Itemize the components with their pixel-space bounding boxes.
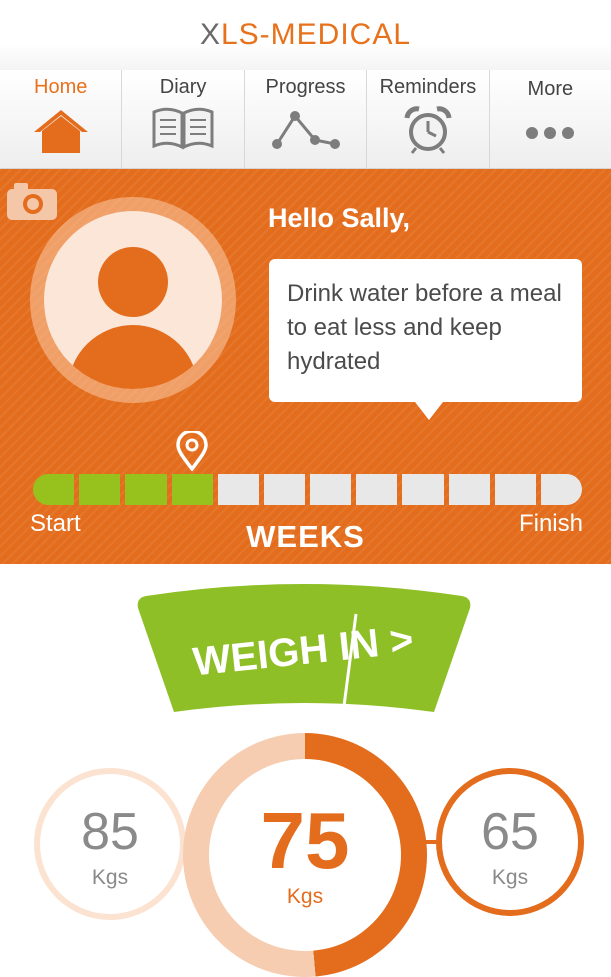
week-segment	[448, 474, 490, 505]
logo-text: LS-MEDICAL	[220, 18, 412, 51]
camera-icon[interactable]	[6, 181, 58, 221]
current-weight-circle[interactable]: 75 Kgs	[183, 733, 427, 977]
goal-weight-unit: Kgs	[491, 866, 529, 889]
weigh-in-button[interactable]: WEIGH IN >	[134, 584, 474, 734]
nav-label-more: More	[527, 78, 574, 100]
main-nav: Home Diary Progress Reminders More	[0, 70, 611, 169]
start-weight-circle: 85 Kgs	[34, 768, 186, 920]
nav-item-diary[interactable]: Diary	[122, 70, 245, 168]
current-weight-value: 75	[260, 796, 350, 885]
week-segment	[402, 474, 444, 505]
week-segment-completed	[125, 474, 167, 505]
line-chart-icon	[271, 111, 340, 149]
tip-bubble: Drink water before a meal to eat less an…	[269, 259, 582, 420]
start-weight-unit: Kgs	[91, 866, 129, 889]
nav-label-diary: Diary	[159, 76, 207, 98]
greeting-text: Hello Sally,	[268, 203, 411, 233]
week-segment	[217, 474, 259, 505]
weeks-progress-bar	[33, 474, 583, 505]
location-pin-icon	[176, 431, 208, 471]
tip-text: Drink water before a meal to eat less an…	[287, 280, 562, 375]
nav-label-progress: Progress	[265, 76, 346, 98]
week-segment-completed	[33, 474, 75, 505]
alarm-clock-icon	[404, 106, 452, 154]
nav-label-home: Home	[34, 76, 88, 98]
nav-item-more[interactable]: More	[490, 70, 611, 168]
user-avatar-icon	[44, 211, 222, 389]
week-segment	[540, 474, 583, 505]
week-segment-completed	[171, 474, 213, 505]
more-dots-icon	[526, 127, 575, 139]
brand-logo: XLS-MEDICAL	[0, 18, 611, 52]
current-weight-unit: Kgs	[286, 885, 324, 908]
avatar-ring[interactable]	[30, 197, 236, 403]
home-icon	[33, 110, 88, 153]
logo-x: X	[199, 18, 221, 51]
app-header: XLS-MEDICAL	[0, 0, 611, 73]
nav-item-progress[interactable]: Progress	[245, 70, 368, 168]
book-icon	[152, 107, 214, 150]
week-segment	[263, 474, 306, 505]
goal-weight-circle: 65 Kgs	[436, 768, 584, 916]
week-segment	[494, 474, 536, 505]
week-segment	[356, 474, 398, 505]
nav-item-home[interactable]: Home	[0, 70, 123, 168]
week-segment-completed	[79, 474, 121, 505]
start-weight-value: 85	[81, 803, 139, 861]
week-segment	[310, 474, 352, 505]
goal-weight-value: 65	[481, 803, 539, 861]
nav-item-reminders[interactable]: Reminders	[367, 70, 490, 168]
current-weight-inner: 75 Kgs	[209, 759, 401, 951]
profile-hero: Hello Sally, Drink water before a meal t…	[0, 169, 611, 564]
finish-label: Finish	[518, 510, 583, 537]
nav-label-reminders: Reminders	[379, 76, 477, 98]
